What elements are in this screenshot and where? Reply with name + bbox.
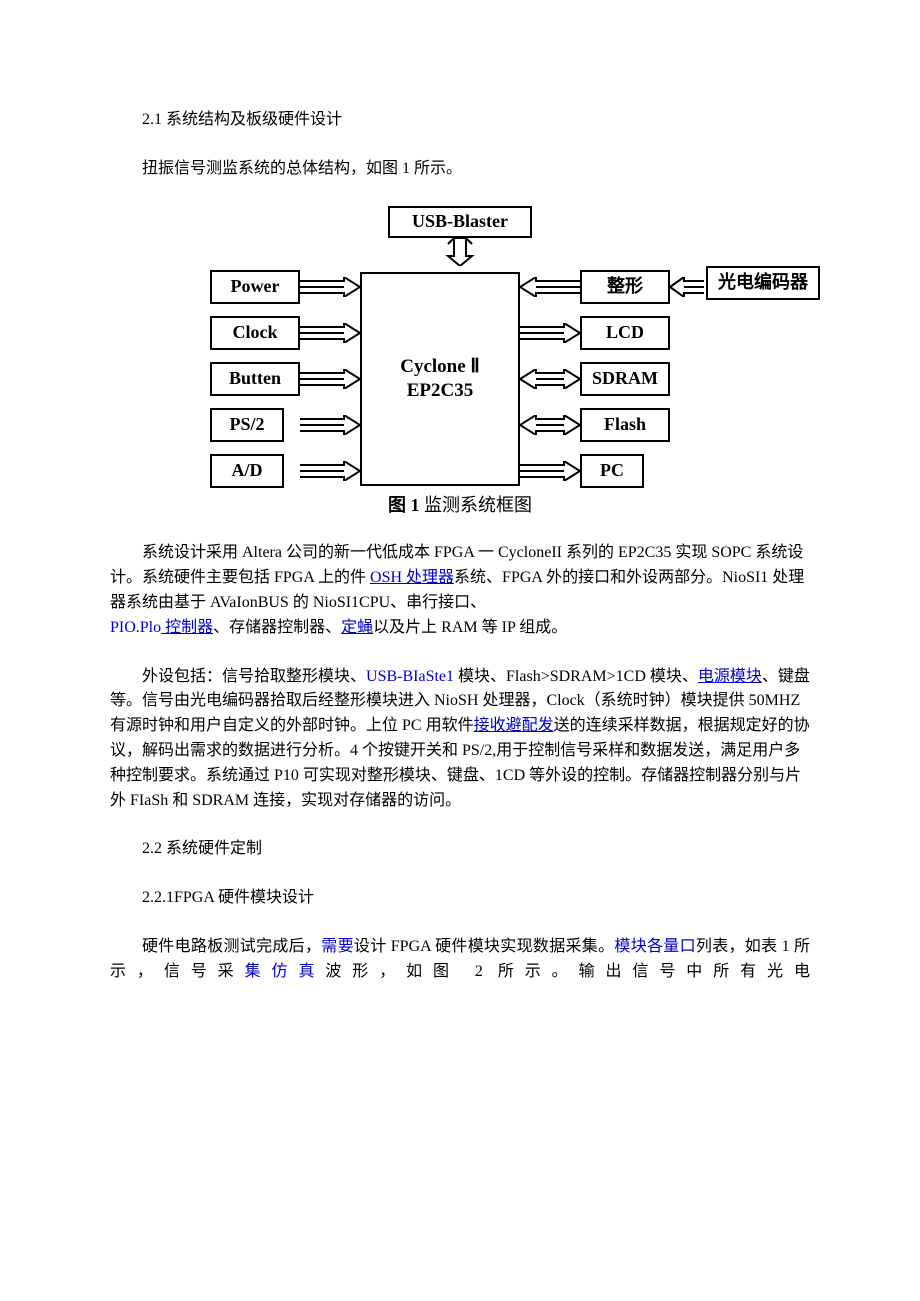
paragraph-peripherals: 外设包括：信号拾取整形模块、USB-BIaSte1 模块、Flash>SDRAM… xyxy=(110,665,810,814)
arrow-right-icon xyxy=(300,404,360,446)
text: 波形，如图 2 所示。输出信号中所有光电 xyxy=(325,963,810,980)
button-box: Butten xyxy=(210,362,300,396)
figure-1-diagram: USB-Blaster Cyclone Ⅱ EP2C35 Power 整形 xyxy=(210,206,710,520)
paragraph-hardware-pcb: 硬件电路板测试完成后，需要设计 FPGA 硬件模块实现数据采集。模块各量口列表，… xyxy=(110,935,810,985)
usb-blaster-box: USB-Blaster xyxy=(388,206,532,238)
osh-processor-link[interactable]: OSH 处理器 xyxy=(370,569,454,586)
arrow-right-icon xyxy=(300,312,360,354)
double-arrow-icon xyxy=(520,404,580,446)
section-2-1-title: 2.1 系统结构及板级硬件设计 xyxy=(110,108,810,133)
text: 外设包括：信号拾取整形模块、 xyxy=(142,668,366,685)
figure-1-caption: 图 1 监测系统框图 xyxy=(210,492,710,520)
arrow-right-icon xyxy=(520,450,580,492)
pio-text: PIO.Plo xyxy=(110,619,161,636)
arrow-left-icon xyxy=(670,277,710,297)
arrow-right-icon xyxy=(520,312,580,354)
arrow-left-icon xyxy=(520,266,580,308)
text: 硬件电路板测试完成后， xyxy=(142,938,321,955)
paragraph-system-design: 系统设计采用 Altera 公司的新一代低成本 FPGA 一 CycloneII… xyxy=(110,541,810,640)
pc-box: PC xyxy=(580,454,644,488)
fpga-line1: Cyclone Ⅱ xyxy=(400,355,480,379)
document-page: 2.1 系统结构及板级硬件设计 扭振信号测监系统的总体结构，如图 1 所示。 U… xyxy=(0,0,920,1059)
text: 设计 FPGA 硬件模块实现数据采集。 xyxy=(354,938,615,955)
arrow-right-icon xyxy=(300,266,360,308)
flash-box: Flash xyxy=(580,408,670,442)
text: 模块、Flash>SDRAM>1CD 模块、 xyxy=(454,668,698,685)
arrow-right-icon xyxy=(300,358,360,400)
need-text: 需要 xyxy=(321,938,354,955)
text: 、存储器控制器、 xyxy=(213,619,341,636)
sim-text: 集仿真 xyxy=(245,963,326,980)
controller-link[interactable]: 控制器 xyxy=(161,619,213,636)
double-arrow-icon xyxy=(520,358,580,400)
shaping-box: 整形 xyxy=(580,270,670,304)
caption-prefix: 图 xyxy=(388,495,406,515)
caption-text: 监测系统框图 xyxy=(424,495,532,515)
clock-box: Clock xyxy=(210,316,300,350)
encoder-box: 光电编码器 xyxy=(706,266,820,300)
ad-box: A/D xyxy=(210,454,284,488)
power-module-link[interactable]: 电源模块 xyxy=(698,668,762,685)
sdram-box: SDRAM xyxy=(580,362,670,396)
double-arrow-down-icon xyxy=(440,238,480,266)
caption-num: 1 xyxy=(411,495,420,515)
usb-blaster-text: USB-BIaSte1 xyxy=(366,668,454,685)
arrow-right-icon xyxy=(300,450,360,492)
section-2-1-intro: 扭振信号测监系统的总体结构，如图 1 所示。 xyxy=(110,157,810,182)
lcd-box: LCD xyxy=(580,316,670,350)
text: 以及片上 RAM 等 IP 组成。 xyxy=(373,619,567,636)
fpga-line2: EP2C35 xyxy=(407,379,474,403)
fpga-box: Cyclone Ⅱ EP2C35 xyxy=(360,272,520,486)
receive-link[interactable]: 接收避配发 xyxy=(474,717,554,734)
timer-link[interactable]: 定蝇 xyxy=(341,619,373,636)
ps2-box: PS/2 xyxy=(210,408,284,442)
power-box: Power xyxy=(210,270,300,304)
module-ports-text: 模块各量口 xyxy=(614,938,696,955)
section-2-2-1-title: 2.2.1FPGA 硬件模块设计 xyxy=(110,886,810,911)
section-2-2-title: 2.2 系统硬件定制 xyxy=(110,837,810,862)
